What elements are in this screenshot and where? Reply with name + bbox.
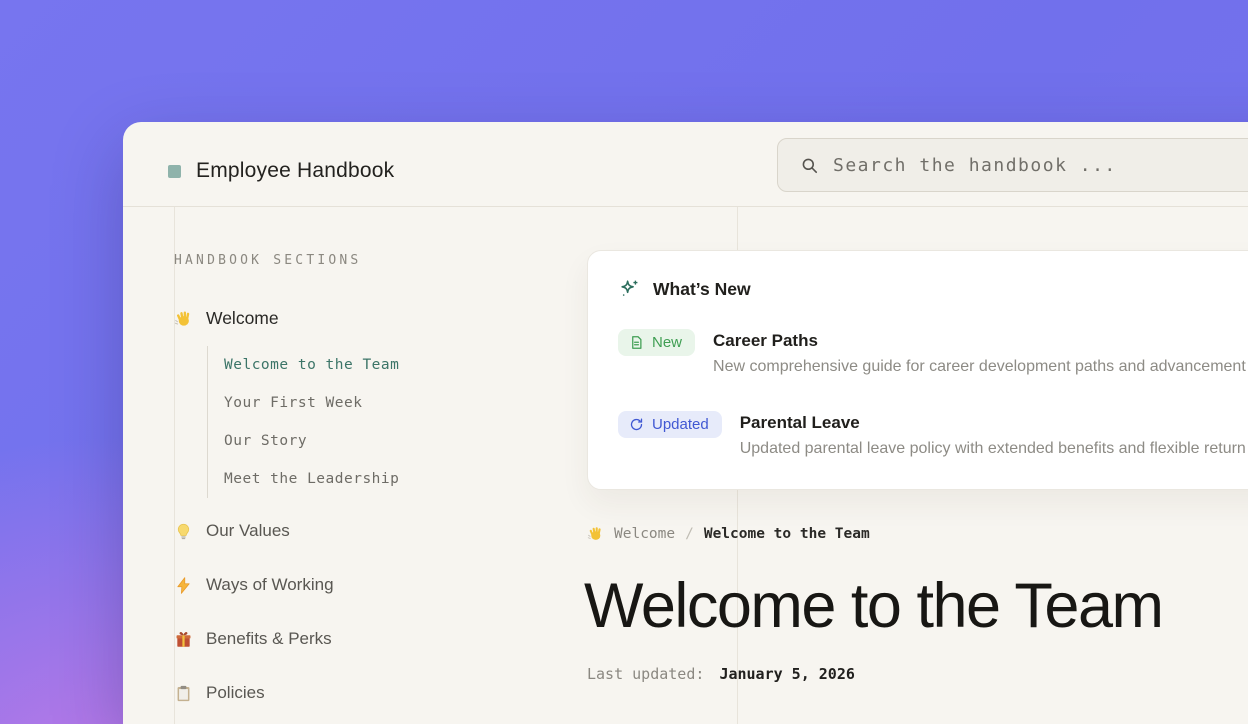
whats-new-item-parental-leave[interactable]: Updated Parental Leave Updated parental … [618,411,1246,458]
whats-new-panel: What’s New New Career Paths New comprehe… [587,250,1248,490]
app-header: Employee Handbook [123,122,1248,207]
sidebar-subitem-your-first-week[interactable]: Your First Week [224,384,399,422]
sidebar-subnav: Welcome to the Team Your First Week Our … [207,346,399,498]
whats-new-header: What’s New [618,278,751,300]
sidebar-item-policies[interactable]: Policies [174,683,265,703]
search-icon [800,156,819,175]
zap-icon [174,576,193,595]
last-updated: Last updated: January 5, 2026 [587,665,855,683]
sidebar-item-our-values[interactable]: Our Values [174,521,290,541]
page-title: Welcome to the Team [584,570,1162,642]
wave-icon [587,525,604,542]
document-icon [629,335,644,350]
search-input[interactable] [833,155,1248,176]
sidebar-subitem-meet-the-leadership[interactable]: Meet the Leadership [224,460,399,498]
app-brand: Employee Handbook [168,155,394,187]
whats-new-item-description: Updated parental leave policy with exten… [740,440,1246,458]
sidebar-item-label: Policies [206,683,265,703]
badge-label: Updated [652,416,709,433]
whats-new-item-title: Career Paths [713,329,1246,353]
sidebar-subitem-welcome-to-the-team[interactable]: Welcome to the Team [224,346,399,384]
purple-backdrop: Employee Handbook HANDBOOK SECTIONS [0,0,1248,724]
whats-new-title: What’s New [653,279,751,300]
sidebar-section-label: HANDBOOK SECTIONS [174,253,361,268]
sidebar-item-welcome[interactable]: Welcome [174,308,279,329]
updated-badge: Updated [618,411,722,438]
search-box[interactable] [777,138,1248,192]
sidebar-subitem-our-story[interactable]: Our Story [224,422,399,460]
gift-icon [174,630,193,649]
breadcrumb: Welcome / Welcome to the Team [587,525,870,542]
whats-new-item-career-paths[interactable]: New Career Paths New comprehensive guide… [618,329,1246,376]
wave-icon [174,309,193,328]
breadcrumb-separator: / [685,526,694,542]
breadcrumb-current[interactable]: Welcome to the Team [704,526,870,542]
sidebar-item-ways-of-working[interactable]: Ways of Working [174,575,334,595]
logo-mark-icon [168,165,181,178]
sparkles-icon [618,278,640,300]
sidebar-item-label: Welcome [206,308,279,329]
last-updated-value: January 5, 2026 [719,665,854,683]
refresh-icon [629,417,644,432]
bulb-icon [174,522,193,541]
last-updated-label: Last updated: [587,665,704,683]
sidebar-item-label: Our Values [206,521,290,541]
handbook-window: Employee Handbook HANDBOOK SECTIONS [123,122,1248,724]
sidebar-item-label: Ways of Working [206,575,334,595]
whats-new-item-description: New comprehensive guide for career devel… [713,358,1246,376]
new-badge: New [618,329,695,356]
app-title: Employee Handbook [196,159,394,183]
badge-label: New [652,334,682,351]
sidebar-item-label: Benefits & Perks [206,629,332,649]
clipboard-icon [174,684,193,703]
whats-new-item-title: Parental Leave [740,411,1246,435]
sidebar-item-benefits-perks[interactable]: Benefits & Perks [174,629,332,649]
breadcrumb-section[interactable]: Welcome [614,526,675,542]
